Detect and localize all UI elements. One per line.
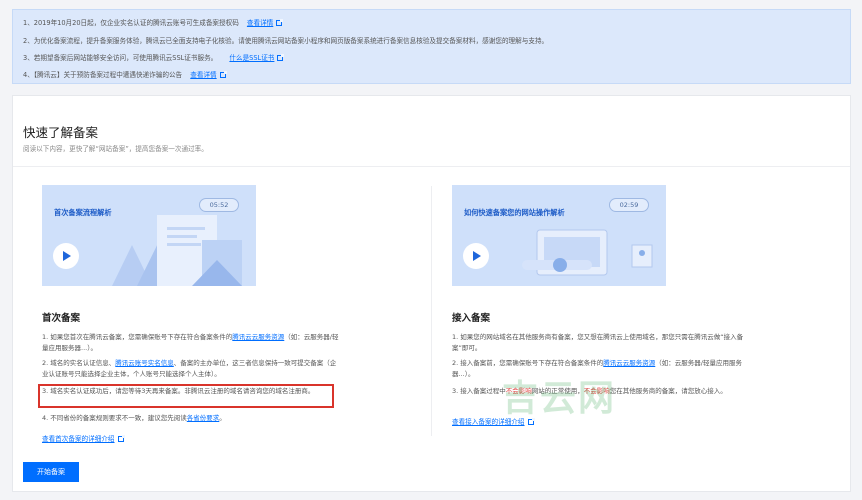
video-title: 如何快速备案您的网站操作解析: [464, 208, 565, 217]
notice-link-4[interactable]: 查看详情: [190, 71, 216, 79]
section-title: 快速了解备案: [23, 125, 99, 140]
highlight-annotation: [38, 384, 334, 408]
notice-item-3: 3、若期望备案后网站能够安全访问，可使用腾讯云SSL证书服务。 什么是SSL证书: [23, 52, 285, 62]
quick-guide-panel: 快速了解备案 阅读以下内容，更快了解“网站备案”，提高您备案一次通过率。 首次备…: [12, 95, 851, 492]
notice-banner: 1、2019年10月20日起，仅企业实名认证的腾讯云账号可生成备案授权码 查看详…: [12, 9, 851, 84]
province-requirements-link[interactable]: 各省份要求: [187, 414, 220, 422]
external-link-icon[interactable]: [276, 19, 284, 26]
notice-item-2: 2、为优化备案流程，提升备案服务体验，腾讯云已全面支持电子化核验。请使用腾讯云网…: [23, 35, 548, 45]
first-filing-item-4: 4. 不同省份的备案规则要求不一致，建议您先阅读各省份要求。: [42, 414, 226, 422]
account-realname-link[interactable]: 腾讯云账号实名信息: [115, 359, 174, 367]
section-subtitle: 阅读以下内容，更快了解“网站备案”，提高您备案一次通过率。: [23, 145, 208, 153]
divider: [13, 166, 850, 167]
video-duration: 05:52: [199, 198, 239, 212]
notice-text: 4、【腾讯云】关于预防备案过程中遭遇快递诈骗的公告: [23, 71, 183, 79]
start-filing-button[interactable]: 开始备案: [23, 462, 79, 482]
column-divider: [431, 186, 432, 436]
external-link-icon[interactable]: [219, 71, 227, 78]
notice-link-1[interactable]: 查看详情: [247, 19, 273, 27]
first-filing-detail-link[interactable]: 查看首次备案的详细介绍: [42, 433, 125, 443]
notice-text: 1、2019年10月20日起，仅企业实名认证的腾讯云账号可生成备案授权码: [23, 19, 239, 27]
external-link-icon[interactable]: [277, 54, 285, 61]
video-access-filing[interactable]: 如何快速备案您的网站操作解析 02:59: [452, 185, 666, 286]
video-first-filing[interactable]: 首次备案流程解析 05:52: [42, 185, 256, 286]
access-filing-item-1: 1. 如果您的网站域名在其他服务商有备案，您又想在腾讯云上使用域名，那您只需在腾…: [452, 333, 744, 352]
external-link-icon[interactable]: [117, 435, 125, 442]
notice-text: 2、为优化备案流程，提升备案服务体验，腾讯云已全面支持电子化核验。请使用腾讯云网…: [23, 37, 549, 45]
notice-item-4: 4、【腾讯云】关于预防备案过程中遭遇快递诈骗的公告 查看详情: [23, 69, 227, 79]
access-filing-heading: 接入备案: [452, 313, 491, 324]
first-filing-heading: 首次备案: [42, 313, 81, 324]
play-icon[interactable]: [53, 243, 79, 269]
notice-link-3[interactable]: 什么是SSL证书: [229, 54, 274, 62]
play-icon[interactable]: [463, 243, 489, 269]
cloud-resources-link[interactable]: 腾讯云云服务资源: [232, 333, 284, 341]
notice-text: 3、若期望备案后网站能够安全访问，可使用腾讯云SSL证书服务。: [23, 54, 218, 62]
watermark: 吉云网: [502, 378, 617, 419]
video-duration: 02:59: [609, 198, 649, 212]
first-filing-item-2: 2. 域名的实名认证信息、腾讯云账号实名信息、备案的主办单位，这三者信息保持一致…: [42, 359, 337, 378]
cloud-resources-link[interactable]: 腾讯云云服务资源: [603, 359, 655, 367]
video-title: 首次备案流程解析: [54, 208, 112, 217]
first-filing-item-1: 1. 如果您首次在腾讯云备案，您需确保账号下存在符合备案条件的腾讯云云服务资源（…: [42, 333, 339, 352]
notice-item-1: 1、2019年10月20日起，仅企业实名认证的腾讯云账号可生成备案授权码 查看详…: [23, 17, 284, 27]
